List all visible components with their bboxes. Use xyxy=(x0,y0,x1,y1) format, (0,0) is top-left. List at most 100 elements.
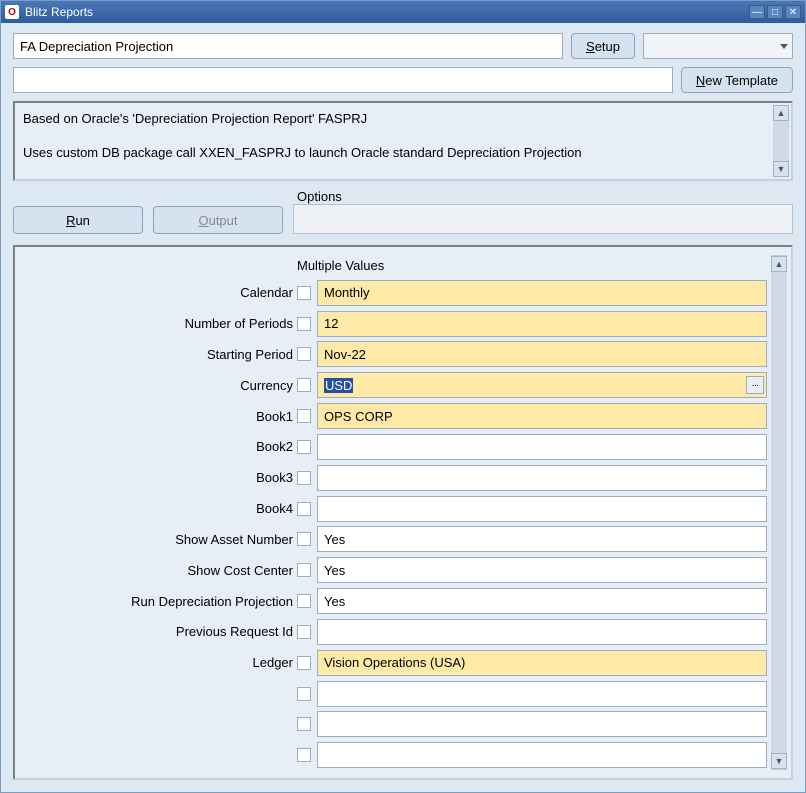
param-row-prev-req: Previous Request Id xyxy=(29,617,767,647)
param-row-num-periods: Number of Periods 12 xyxy=(29,309,767,339)
param-row-book3: Book3 xyxy=(29,463,767,493)
setup-button[interactable]: Setup xyxy=(571,33,635,59)
param-row-currency: Currency USD ··· xyxy=(29,370,767,400)
multi-checkbox-run-dep[interactable] xyxy=(297,594,311,608)
description-scrollbar[interactable]: ▲ ▼ xyxy=(773,105,789,177)
multi-checkbox-empty-1[interactable] xyxy=(297,687,311,701)
param-row-show-cc: Show Cost Center Yes xyxy=(29,555,767,585)
setup-label-rest: etup xyxy=(595,39,620,54)
report-name-input[interactable] xyxy=(13,33,563,59)
multi-checkbox-prev-req[interactable] xyxy=(297,625,311,639)
lov-button-currency[interactable]: ··· xyxy=(746,376,764,394)
value-run-dep: Yes xyxy=(324,594,345,609)
multi-checkbox-book3[interactable] xyxy=(297,471,311,485)
scroll-up-icon[interactable]: ▲ xyxy=(773,105,789,121)
chevron-down-icon xyxy=(780,44,788,49)
output-label-rest: utput xyxy=(209,213,238,228)
multi-checkbox-show-asset[interactable] xyxy=(297,532,311,546)
label-prev-req: Previous Request Id xyxy=(29,624,297,639)
multi-checkbox-currency[interactable] xyxy=(297,378,311,392)
value-show-asset: Yes xyxy=(324,532,345,547)
value-currency: USD xyxy=(324,378,353,393)
param-row-ledger: Ledger Vision Operations (USA) xyxy=(29,648,767,678)
parameters-rows: Multiple Values Calendar Monthly Number … xyxy=(29,255,771,770)
value-start-period: Nov-22 xyxy=(324,347,366,362)
output-mnemonic: O xyxy=(198,213,208,228)
layout-combo[interactable] xyxy=(643,33,793,59)
description-line-1: Based on Oracle's 'Depreciation Projecti… xyxy=(23,109,771,129)
newtpl-mnemonic: N xyxy=(696,73,705,88)
label-currency: Currency xyxy=(29,378,297,393)
input-book3[interactable] xyxy=(317,465,767,491)
output-button[interactable]: Output xyxy=(153,206,283,234)
input-ledger[interactable]: Vision Operations (USA) xyxy=(317,650,767,676)
options-field[interactable] xyxy=(293,204,793,234)
value-show-cc: Yes xyxy=(324,563,345,578)
multi-checkbox-book1[interactable] xyxy=(297,409,311,423)
label-show-asset: Show Asset Number xyxy=(29,532,297,547)
description-line-2: Uses custom DB package call XXEN_FASPRJ … xyxy=(23,143,771,163)
param-row-empty-1 xyxy=(29,679,767,709)
titlebar: O Blitz Reports — □ ✕ xyxy=(1,1,805,23)
scroll-track[interactable] xyxy=(773,121,789,161)
input-prev-req[interactable] xyxy=(317,619,767,645)
template-row: New Template xyxy=(13,67,793,93)
parameters-panel: Multiple Values Calendar Monthly Number … xyxy=(13,245,793,780)
param-row-book1: Book1 OPS CORP xyxy=(29,401,767,431)
input-book2[interactable] xyxy=(317,434,767,460)
report-row: Setup xyxy=(13,33,793,59)
params-scroll-track[interactable] xyxy=(771,272,787,753)
param-row-book4: Book4 xyxy=(29,494,767,524)
value-book1: OPS CORP xyxy=(324,409,393,424)
multi-checkbox-empty-2[interactable] xyxy=(297,717,311,731)
multi-checkbox-start-period[interactable] xyxy=(297,347,311,361)
actions-row: Run Output Options xyxy=(13,189,793,234)
scroll-down-icon[interactable]: ▼ xyxy=(773,161,789,177)
input-start-period[interactable]: Nov-22 xyxy=(317,341,767,367)
input-currency[interactable]: USD ··· xyxy=(317,372,767,398)
run-mnemonic: R xyxy=(66,213,75,228)
parameters-header-row: Multiple Values xyxy=(29,255,767,277)
maximize-button[interactable]: □ xyxy=(767,5,783,19)
input-empty-2[interactable] xyxy=(317,711,767,737)
value-ledger: Vision Operations (USA) xyxy=(324,655,465,670)
label-book4: Book4 xyxy=(29,501,297,516)
input-empty-1[interactable] xyxy=(317,681,767,707)
parameters-scrollbar[interactable]: ▲ ▼ xyxy=(771,255,787,770)
input-book4[interactable] xyxy=(317,496,767,522)
multi-checkbox-ledger[interactable] xyxy=(297,656,311,670)
newtpl-label-rest: ew Template xyxy=(705,73,778,88)
label-book3: Book3 xyxy=(29,470,297,485)
template-input[interactable] xyxy=(13,67,673,93)
label-book1: Book1 xyxy=(29,409,297,424)
new-template-button[interactable]: New Template xyxy=(681,67,793,93)
input-empty-3[interactable] xyxy=(317,742,767,768)
blitz-reports-window: O Blitz Reports — □ ✕ Setup New Template… xyxy=(0,0,806,793)
value-calendar: Monthly xyxy=(324,285,370,300)
input-show-cc[interactable]: Yes xyxy=(317,557,767,583)
label-calendar: Calendar xyxy=(29,285,297,300)
options-label: Options xyxy=(293,189,793,204)
label-ledger: Ledger xyxy=(29,655,297,670)
input-num-periods[interactable]: 12 xyxy=(317,311,767,337)
input-calendar[interactable]: Monthly xyxy=(317,280,767,306)
run-button[interactable]: Run xyxy=(13,206,143,234)
multi-checkbox-calendar[interactable] xyxy=(297,286,311,300)
multi-checkbox-show-cc[interactable] xyxy=(297,563,311,577)
window-title: Blitz Reports xyxy=(25,5,747,19)
multi-checkbox-book4[interactable] xyxy=(297,502,311,516)
multi-checkbox-empty-3[interactable] xyxy=(297,748,311,762)
options-group: Options xyxy=(293,189,793,234)
input-show-asset[interactable]: Yes xyxy=(317,526,767,552)
multiple-values-header: Multiple Values xyxy=(297,258,384,273)
multi-checkbox-num-periods[interactable] xyxy=(297,317,311,331)
param-row-run-dep: Run Depreciation Projection Yes xyxy=(29,586,767,616)
minimize-button[interactable]: — xyxy=(749,5,765,19)
params-scroll-down-icon[interactable]: ▼ xyxy=(771,753,787,769)
multi-checkbox-book2[interactable] xyxy=(297,440,311,454)
close-button[interactable]: ✕ xyxy=(785,5,801,19)
input-book1[interactable]: OPS CORP xyxy=(317,403,767,429)
input-run-dep[interactable]: Yes xyxy=(317,588,767,614)
params-scroll-up-icon[interactable]: ▲ xyxy=(771,256,787,272)
run-label-rest: un xyxy=(75,213,89,228)
